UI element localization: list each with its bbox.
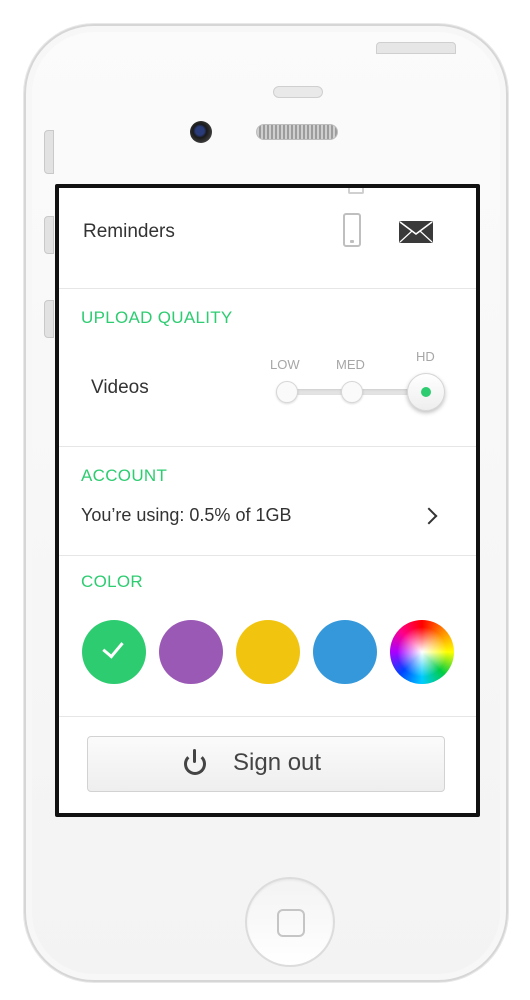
phone-screen: Reminders UPLOAD QUALITY Videos LOW MED … [55, 184, 480, 817]
slider-stop-low[interactable] [276, 381, 298, 403]
reminders-label: Reminders [83, 221, 175, 242]
account-usage-text: You’re using: 0.5% of 1GB [81, 505, 292, 525]
mail-icon[interactable] [399, 221, 433, 243]
volume-down-button [44, 300, 54, 338]
chevron-right-icon [420, 507, 438, 525]
upload-quality-title: UPLOAD QUALITY [81, 308, 233, 327]
reminders-section: Reminders [59, 188, 476, 289]
power-icon-bar [193, 749, 196, 763]
power-button [376, 42, 456, 54]
color-title: COLOR [81, 572, 143, 591]
account-title: ACCOUNT [81, 466, 168, 485]
color-swatch-blue[interactable] [313, 620, 377, 684]
slider-stop-med[interactable] [341, 381, 363, 403]
phone-icon-partial [348, 188, 364, 194]
color-swatch-green[interactable] [82, 620, 146, 684]
settings-screen: Reminders UPLOAD QUALITY Videos LOW MED … [59, 188, 476, 813]
color-swatch-purple[interactable] [159, 620, 223, 684]
quality-slider-knob[interactable] [407, 373, 445, 411]
color-swatch-spectrum[interactable] [390, 620, 454, 684]
videos-label: Videos [91, 377, 149, 398]
checkmark-icon [102, 636, 124, 659]
color-swatch-yellow[interactable] [236, 620, 300, 684]
volume-up-button [44, 216, 54, 254]
front-camera [190, 121, 212, 143]
home-button [245, 877, 335, 967]
speaker-grille [256, 124, 338, 140]
sign-out-label: Sign out [233, 749, 322, 776]
mute-switch [44, 130, 54, 174]
level-hd-label: HD [416, 349, 435, 364]
home-square-icon [277, 909, 305, 937]
upload-quality-section: UPLOAD QUALITY Videos LOW MED HD [59, 289, 476, 447]
phone-icon[interactable] [343, 213, 361, 247]
earpiece-slot [273, 86, 323, 98]
level-med-label: MED [336, 357, 365, 372]
sign-out-button[interactable]: Sign out [87, 736, 445, 792]
account-section[interactable]: ACCOUNT You’re using: 0.5% of 1GB [59, 447, 476, 556]
level-low-label: LOW [270, 357, 300, 372]
